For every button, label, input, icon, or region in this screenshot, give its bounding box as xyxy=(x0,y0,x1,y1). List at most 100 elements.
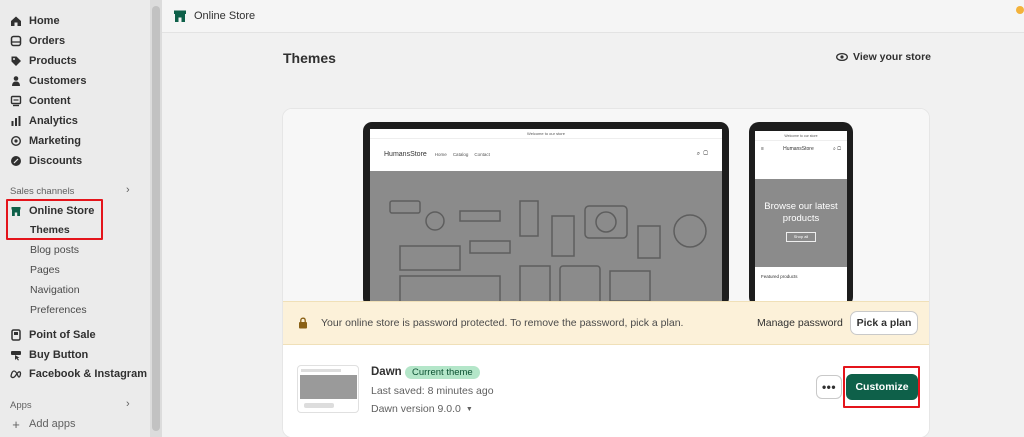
sidebar-item-marketing[interactable]: Marketing xyxy=(10,131,81,151)
chevron-right-icon[interactable]: › xyxy=(126,184,130,196)
sidebar-item-label: Discounts xyxy=(29,155,83,167)
sidebar-item-facebook-instagram[interactable]: Facebook & Instagram xyxy=(10,364,147,384)
store-nav-item: Home xyxy=(434,151,447,157)
theme-thumbnail[interactable] xyxy=(297,365,359,413)
tag-icon xyxy=(10,55,22,67)
sidebar-item-label: Customers xyxy=(29,75,87,87)
laptop-screen: Welcome to our store HumansStore Home Ca… xyxy=(370,129,722,309)
top-bar: Online Store xyxy=(162,0,1024,33)
store-nav-item: Contact xyxy=(474,151,490,157)
phone-screen: Welcome to our store ≡ HumansStore ⌕ ▢ B… xyxy=(755,131,847,303)
theme-version-label: Dawn version 9.0.0 xyxy=(371,403,461,415)
page-title: Themes xyxy=(283,50,336,66)
sidebar-subitem-navigation[interactable]: Navigation xyxy=(30,281,80,299)
sidebar-item-label: Buy Button xyxy=(29,349,89,361)
sidebar-item-point-of-sale[interactable]: Point of Sale xyxy=(10,325,96,345)
hero-image xyxy=(370,171,722,309)
sidebar-scrollbar[interactable] xyxy=(150,0,162,437)
meta-icon xyxy=(10,368,22,380)
announcement-bar: Welcome to our store xyxy=(755,131,847,141)
password-notice: Your online store is password protected.… xyxy=(283,301,929,345)
sidebar-subitem-pages[interactable]: Pages xyxy=(30,261,60,279)
hero-heading: Browse our latest products xyxy=(764,201,838,224)
pick-plan-button[interactable]: Pick a plan xyxy=(850,311,918,335)
sidebar-item-label: Add apps xyxy=(29,418,76,430)
caret-down-icon: ▼ xyxy=(465,405,473,413)
sidebar-item-discounts[interactable]: Discounts xyxy=(10,151,82,171)
sales-channels-label: Sales channels xyxy=(10,186,75,197)
theme-version-dropdown[interactable]: Dawn version 9.0.0 ▼ xyxy=(371,403,473,415)
add-apps-button[interactable]: + Add apps xyxy=(10,414,75,434)
sidebar-item-label: Analytics xyxy=(29,115,78,127)
sidebar-item-customers[interactable]: Customers xyxy=(10,71,86,91)
theme-name: Dawn xyxy=(371,366,402,378)
thumbnail-products xyxy=(304,403,334,408)
sidebar-item-label: Home xyxy=(29,15,60,27)
sidebar-item-analytics[interactable]: Analytics xyxy=(10,111,78,131)
notification-dot xyxy=(1016,6,1024,14)
pos-icon xyxy=(10,329,22,341)
sidebar-item-label: Point of Sale xyxy=(29,329,96,341)
sidebar-subitem-themes[interactable]: Themes xyxy=(30,221,70,239)
content-icon xyxy=(10,95,22,107)
featured-heading: Featured products xyxy=(761,274,798,279)
theme-card: Welcome to our store HumansStore Home Ca… xyxy=(282,108,930,437)
sidebar-item-home[interactable]: Home xyxy=(10,11,60,31)
phone-mockup: Welcome to our store ≡ HumansStore ⌕ ▢ B… xyxy=(749,122,853,307)
store-header: ≡ HumansStore ⌕ ▢ xyxy=(755,141,847,157)
sidebar-item-content[interactable]: Content xyxy=(10,91,71,111)
hero-image: Browse our latest products Shop all xyxy=(755,179,847,267)
customize-button[interactable]: Customize xyxy=(846,374,918,400)
thumbnail-hero xyxy=(300,375,357,399)
marketing-icon xyxy=(10,135,22,147)
current-theme-badge: Current theme xyxy=(405,366,480,379)
sidebar: Home Orders Products Customers Content A… xyxy=(0,0,150,437)
scrollbar-thumb[interactable] xyxy=(152,6,160,431)
sidebar-subitem-preferences[interactable]: Preferences xyxy=(30,301,87,319)
laptop-mockup: Welcome to our store HumansStore Home Ca… xyxy=(363,122,729,309)
theme-preview[interactable]: Welcome to our store HumansStore Home Ca… xyxy=(283,109,929,309)
sidebar-item-products[interactable]: Products xyxy=(10,51,77,71)
manage-password-link[interactable]: Manage password xyxy=(757,317,843,329)
view-store-label: View your store xyxy=(853,51,932,63)
password-notice-message: Your online store is password protected.… xyxy=(321,317,684,329)
lock-icon xyxy=(299,317,307,329)
home-icon xyxy=(10,15,22,27)
hero-button: Shop all xyxy=(786,232,816,242)
store-brand: HumansStore xyxy=(783,146,814,152)
search-cart-icons: ⌕ ▢ xyxy=(833,146,841,152)
apps-label: Apps xyxy=(10,400,32,411)
discount-icon xyxy=(10,155,22,167)
sidebar-item-orders[interactable]: Orders xyxy=(10,31,65,51)
sidebar-item-label: Marketing xyxy=(29,135,81,147)
sidebar-item-label: Online Store xyxy=(29,205,95,217)
analytics-icon xyxy=(10,115,22,127)
tools-illustration xyxy=(389,200,707,307)
sidebar-item-label: Products xyxy=(29,55,77,67)
current-theme-row: Dawn Current theme Last saved: 8 minutes… xyxy=(283,345,929,437)
store-header: HumansStore Home Catalog Contact ⌕ ▢ xyxy=(370,139,722,169)
orders-icon xyxy=(10,35,22,47)
menu-icon: ≡ xyxy=(761,146,764,152)
store-icon xyxy=(10,205,22,217)
view-store-button[interactable]: View your store xyxy=(836,51,931,63)
search-cart-icons: ⌕ ▢ xyxy=(696,150,708,157)
topbar-title: Online Store xyxy=(194,10,256,22)
sidebar-item-label: Facebook & Instagram xyxy=(29,368,147,380)
more-actions-button[interactable]: ••• xyxy=(816,375,842,399)
last-saved-text: Last saved: 8 minutes ago xyxy=(371,385,494,397)
online-store-icon xyxy=(174,10,186,22)
sidebar-item-online-store[interactable]: Online Store xyxy=(10,201,94,221)
store-nav-item: Catalog xyxy=(452,151,469,157)
sidebar-item-label: Content xyxy=(29,95,71,107)
buy-button-icon xyxy=(10,349,22,361)
sidebar-item-label: Orders xyxy=(29,35,66,47)
sidebar-item-buy-button[interactable]: Buy Button xyxy=(10,345,88,365)
announcement-bar: Welcome to our store xyxy=(370,129,722,139)
eye-icon xyxy=(836,52,848,62)
store-brand: HumansStore xyxy=(384,150,427,158)
sidebar-subitem-blog-posts[interactable]: Blog posts xyxy=(30,241,79,259)
chevron-right-icon[interactable]: › xyxy=(126,398,130,410)
thumbnail-header xyxy=(301,369,341,372)
person-icon xyxy=(10,75,22,87)
